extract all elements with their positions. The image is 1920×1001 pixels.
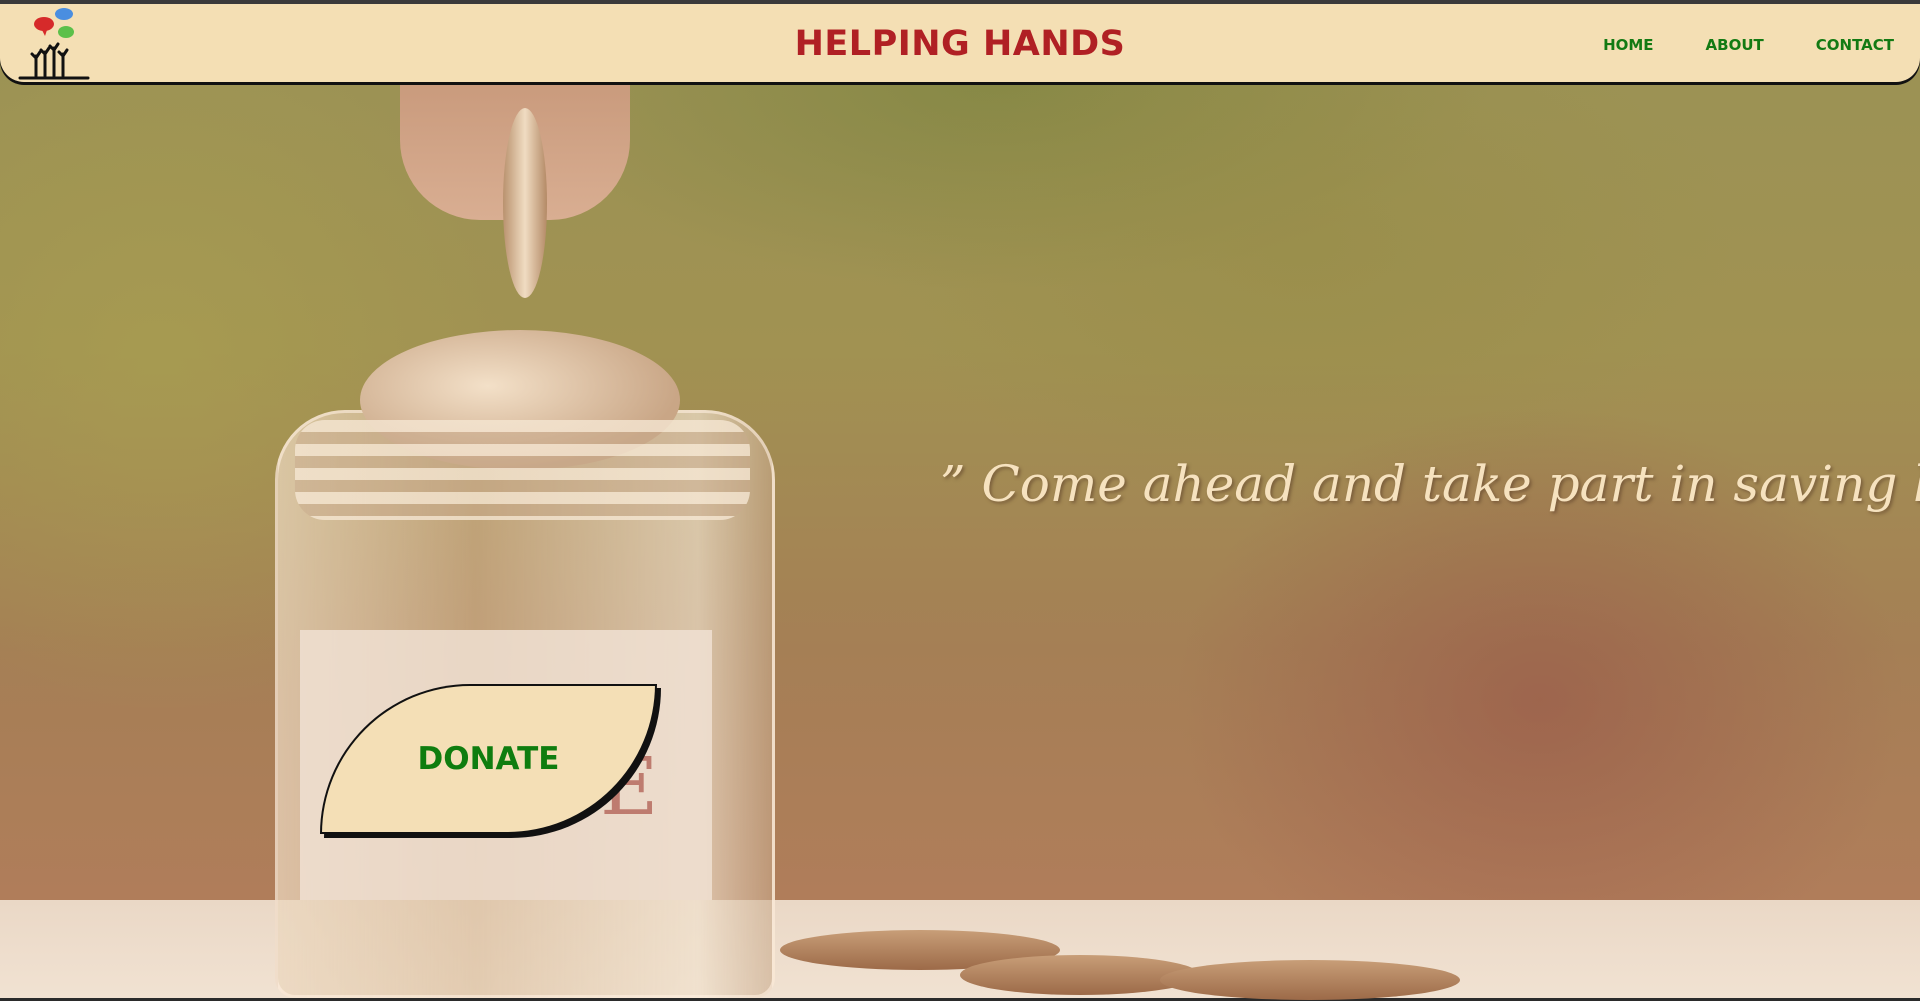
nav-about-link[interactable]: ABOUT — [1706, 36, 1764, 54]
coin-pile — [1160, 960, 1460, 1000]
main-nav: HOME ABOUT CONTACT — [1603, 36, 1894, 54]
page: E HELPING HANDS HOME ABOUT CONTACT ” Com… — [0, 0, 1920, 1001]
site-header: HELPING HANDS HOME ABOUT CONTACT — [0, 4, 1920, 82]
falling-coin-image — [503, 108, 547, 298]
nav-home-link[interactable]: HOME — [1603, 36, 1653, 54]
nav-contact-link[interactable]: CONTACT — [1816, 36, 1894, 54]
hero-quote: ” Come ahead and take part in saving liv… — [940, 455, 1920, 513]
jar-neck-image — [295, 420, 750, 520]
